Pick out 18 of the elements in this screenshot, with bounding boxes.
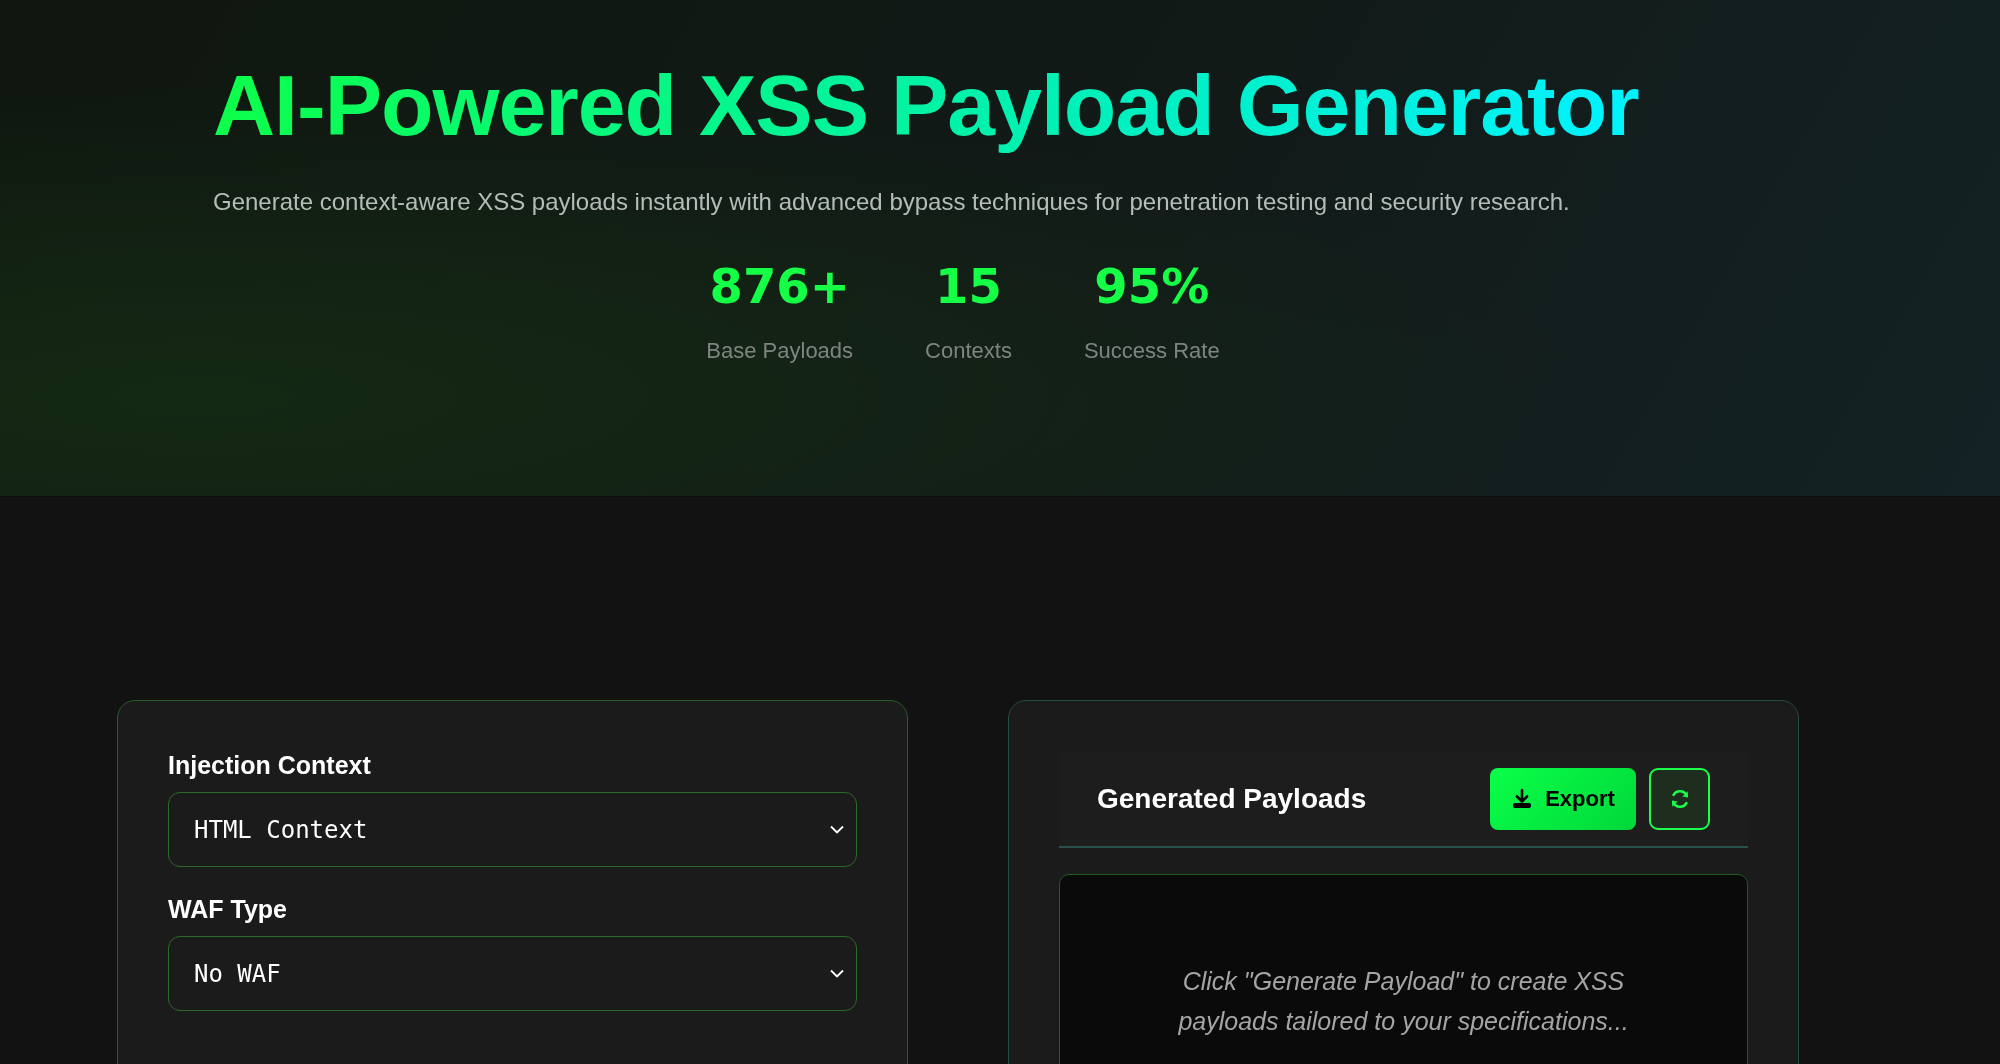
page-subtitle: Generate context-aware XSS payloads instantly with advanced bypass techniques for penetration testing and security research. bbox=[213, 188, 1571, 216]
output-title: Generated Payloads bbox=[1097, 782, 1367, 815]
stat-value: 876+ bbox=[709, 258, 850, 316]
export-button[interactable]: Export bbox=[1490, 767, 1636, 830]
refresh-button[interactable] bbox=[1649, 767, 1710, 830]
select-field[interactable]: No WAF bbox=[168, 936, 857, 1011]
chevron-down-icon bbox=[830, 825, 844, 834]
download-icon bbox=[1511, 787, 1534, 810]
field-label: Injection Context bbox=[168, 751, 372, 780]
empty-message: Click "Generate Payload" to create XSS payloads tailored to your specifications... bbox=[1177, 966, 1630, 1037]
stat-label: Base Payloads bbox=[706, 337, 854, 364]
stat-label: Contexts bbox=[925, 337, 1012, 364]
field-label: WAF Type bbox=[168, 895, 288, 924]
stat-value: 15 bbox=[935, 258, 1002, 316]
stat-label: Success Rate bbox=[1083, 337, 1220, 364]
stat-value: 95% bbox=[1094, 258, 1210, 316]
chevron-down-icon bbox=[830, 969, 844, 978]
select-field[interactable]: HTML Context bbox=[168, 792, 857, 867]
